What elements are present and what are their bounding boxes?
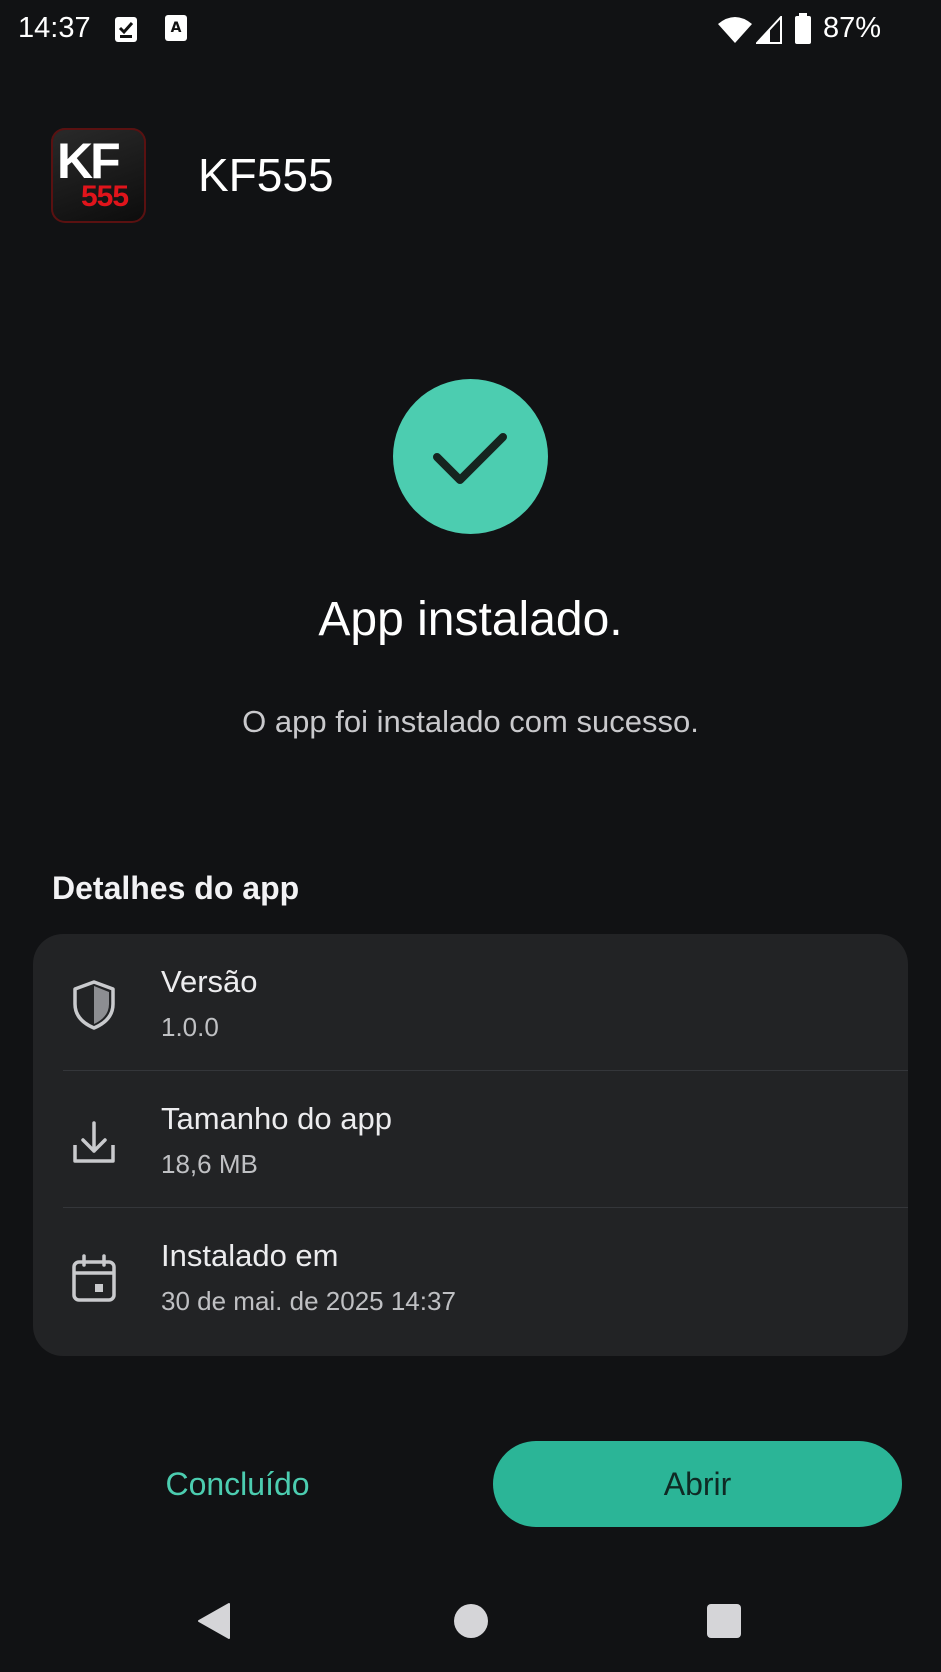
battery-percent: 87% (823, 12, 882, 44)
detail-row-size: Tamanho do app 18,6 MB (33, 1071, 908, 1207)
status-bar: 14:37 A 87% (0, 0, 941, 62)
page-subtitle: O app foi instalado com sucesso. (242, 704, 699, 739)
app-name: KF555 (198, 149, 334, 201)
app-icon: KF 555 (51, 128, 146, 223)
details-section-title: Detalhes do app (52, 870, 300, 906)
detail-label: Instalado em (161, 1238, 339, 1273)
battery-icon (794, 13, 812, 50)
detail-row-version: Versão 1.0.0 (33, 934, 908, 1070)
details-card: Versão 1.0.0 Tamanho do app 18,6 MB Inst… (33, 934, 908, 1356)
detail-value: 1.0.0 (161, 1012, 219, 1042)
home-icon[interactable] (454, 1604, 488, 1638)
status-time: 14:37 (18, 12, 91, 44)
shield-icon (69, 978, 119, 1032)
done-button[interactable]: Concluído (130, 1441, 345, 1527)
back-icon[interactable] (197, 1602, 231, 1645)
app-icon-text-top: KF (57, 133, 121, 189)
calendar-icon (69, 1252, 119, 1306)
recent-apps-icon[interactable] (707, 1604, 741, 1638)
detail-label: Versão (161, 964, 258, 999)
detail-row-installed: Instalado em 30 de mai. de 2025 14:37 (33, 1208, 908, 1344)
success-check-icon (393, 379, 548, 534)
keyboard-a-icon: A (164, 14, 188, 47)
app-icon-text-bottom: 555 (81, 180, 129, 213)
cell-signal-icon (754, 14, 782, 49)
navigation-bar (0, 1582, 941, 1672)
download-icon (69, 1115, 119, 1169)
page-title: App instalado. (318, 593, 623, 646)
detail-value: 18,6 MB (161, 1149, 258, 1179)
detail-value: 30 de mai. de 2025 14:37 (161, 1286, 456, 1316)
svg-text:A: A (171, 20, 182, 36)
task-check-icon (114, 14, 140, 49)
open-button[interactable]: Abrir (493, 1441, 902, 1527)
detail-label: Tamanho do app (161, 1101, 392, 1136)
wifi-icon (718, 16, 752, 49)
